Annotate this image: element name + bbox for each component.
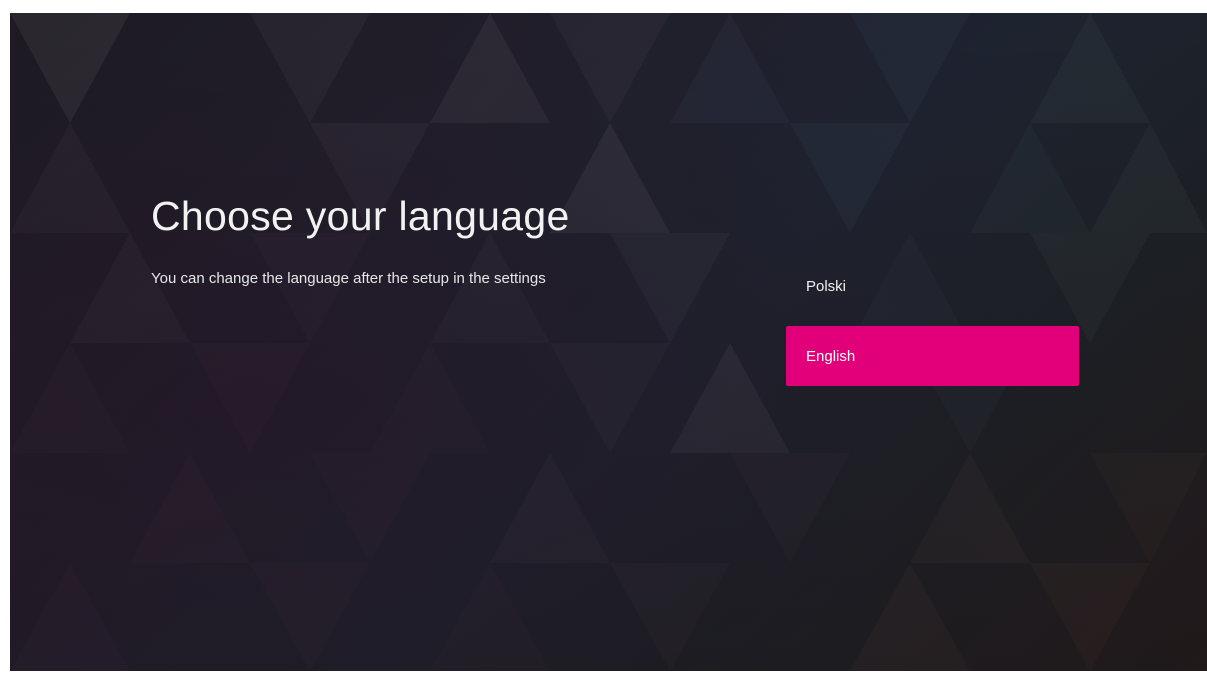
language-option-english[interactable]: English (786, 326, 1079, 386)
language-option-polski[interactable]: Polski (786, 256, 1079, 316)
language-option-label: Polski (806, 277, 847, 295)
setup-screen: Choose your language You can change the … (10, 13, 1207, 671)
language-list: Polski English (786, 256, 1079, 396)
language-option-label: English (806, 347, 856, 365)
page-title: Choose your language (151, 193, 570, 239)
page-subtitle: You can change the language after the se… (151, 270, 546, 287)
